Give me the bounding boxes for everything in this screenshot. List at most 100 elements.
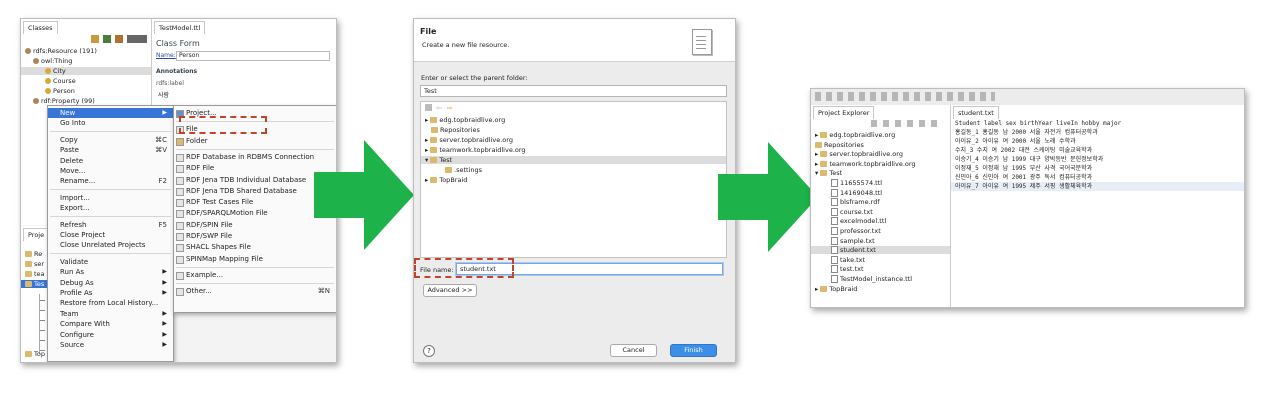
menu-item[interactable]: Move... [48, 166, 173, 176]
menu-item[interactable]: Refresh F5 [48, 220, 173, 230]
folder-icon [430, 137, 438, 143]
menu-item[interactable]: Copy ⌘C [48, 135, 173, 145]
submenu-item[interactable]: RDF Jena TDB Individual Database [174, 175, 336, 185]
submenu-item[interactable]: RDF/SPIN File [174, 220, 336, 230]
tree-item[interactable]: test.txt [811, 265, 950, 274]
tree-item[interactable]: blsframe.rdf [811, 198, 950, 207]
tree-item[interactable]: Top [25, 350, 45, 358]
menu-item[interactable]: Configure ▶ [48, 330, 173, 340]
cancel-button[interactable]: Cancel [610, 344, 657, 357]
tree-item-city[interactable]: City [21, 67, 151, 75]
new-file-wizard-icon [692, 29, 712, 55]
submenu-item[interactable]: Folder [174, 136, 336, 146]
file-icon [831, 255, 838, 264]
file-icon [831, 217, 838, 226]
tree-item-label: edg.topbraidlive.org [829, 131, 896, 139]
menu-item-label: Go Into [60, 119, 86, 128]
menu-item[interactable]: Profile As ▶ [48, 288, 173, 298]
tree-item[interactable]: ▸ edg.topbraidlive.org [811, 131, 950, 139]
submenu-item[interactable]: RDF File [174, 163, 336, 174]
tree-item[interactable]: course.txt [811, 207, 950, 216]
menu-item[interactable]: Go Into [48, 118, 173, 128]
tree-item[interactable]: 14169048.ttl [811, 188, 950, 197]
home-icon[interactable] [425, 104, 432, 111]
parent-folder-input[interactable]: Test [420, 85, 727, 97]
tree-item[interactable]: take.txt [811, 255, 950, 264]
finish-button[interactable]: Finish [670, 344, 717, 357]
menu-item[interactable]: Debug As ▶ [48, 278, 173, 288]
menu-item[interactable]: Source ▶ [48, 340, 173, 350]
tree-item[interactable]: excelmodel.ttl [811, 217, 950, 226]
tree-item-label: excelmodel.ttl [840, 217, 887, 226]
project-tree: ▸ edg.topbraidlive.org Repositories ▸ serv… [811, 131, 950, 307]
tree-item[interactable]: Course [45, 77, 76, 85]
tab-classes[interactable]: Classes [23, 21, 58, 34]
menu-item[interactable]: Close Unrelated Projects [48, 240, 173, 250]
file-icon [831, 207, 838, 216]
menu-item[interactable]: Import... [48, 193, 173, 203]
menu-item[interactable]: Export... [48, 203, 173, 213]
menu-item[interactable]: Delete [48, 156, 173, 166]
submenu-item[interactable]: SPINMap Mapping File [174, 254, 336, 264]
advanced-button[interactable]: Advanced >> [423, 284, 477, 297]
tree-item[interactable]: ▸ edg.topbraidlive.org [425, 116, 505, 124]
menu-separator [176, 283, 334, 285]
tab-project-explorer[interactable]: Project Explorer [813, 106, 875, 119]
tree-item-label: take.txt [840, 255, 866, 264]
tree-item[interactable]: Re [25, 250, 42, 258]
menu-item[interactable]: Close Project [48, 230, 173, 240]
tree-item-label: rdf:Property (99) [41, 97, 95, 105]
menu-item-label: Copy [60, 135, 78, 144]
tree-item[interactable]: ▸ server.topbraidlive.org [425, 136, 513, 144]
forward-icon[interactable]: ⇨ [447, 105, 453, 112]
tab-testmodel[interactable]: TestModel.ttl [154, 21, 206, 34]
tree-item[interactable]: ▾ Test [811, 169, 950, 177]
menu-item[interactable]: Compare With ▶ [48, 319, 173, 329]
submenu-item-label: RDF Jena TDB Individual Database [186, 175, 307, 184]
tree-item[interactable]: ▸ teamwork.topbraidlive.org [425, 146, 526, 154]
menu-item[interactable]: Run As ▶ [48, 267, 173, 277]
submenu-item[interactable]: RDF Database in RDBMS Connection [174, 152, 336, 162]
tree-item[interactable]: Person [45, 87, 75, 95]
tree-item[interactable]: ▸ teamwork.topbraidlive.org [811, 160, 950, 168]
help-icon[interactable]: ? [423, 345, 435, 357]
editor-content[interactable]: Student label sex birthYear liveIn hobby… [951, 119, 1244, 307]
submenu-item[interactable]: Example... [174, 270, 336, 280]
tab-project-explorer[interactable]: Proje [23, 228, 50, 241]
menu-item[interactable]: Team ▶ [48, 309, 173, 319]
tree-item[interactable]: ser [25, 260, 44, 268]
submenu-item[interactable]: Other... ⌘N [174, 286, 336, 297]
tab-student-txt[interactable]: student.txt [953, 106, 999, 119]
tree-item[interactable]: professor.txt [811, 227, 950, 235]
tree-item[interactable]: rdfs:Resource (191) [25, 47, 97, 55]
tree-item[interactable]: Repositories [431, 126, 480, 134]
tree-item[interactable]: TestModel_instance.ttl [811, 275, 950, 283]
submenu-item[interactable]: RDF Test Cases File [174, 197, 336, 208]
tree-item[interactable]: ▸ server.topbraidlive.org [811, 150, 950, 158]
name-field[interactable]: Person [176, 51, 330, 61]
tree-item[interactable]: .settings [445, 166, 482, 174]
submenu-item[interactable]: RDF Jena TDB Shared Database [174, 186, 336, 196]
submenu-item[interactable]: RDF/SPARQLMotion File [174, 208, 336, 219]
menu-item[interactable]: Paste ⌘V [48, 145, 173, 155]
tree-item[interactable]: tea [25, 270, 45, 278]
menu-item[interactable]: New ▶ [48, 108, 173, 118]
tree-item[interactable]: sample.txt [811, 236, 950, 245]
tree-item-test-selected[interactable]: ▾ Test [421, 156, 726, 164]
tree-item[interactable]: 11655574.ttl [811, 179, 950, 187]
back-icon[interactable]: ⇦ [436, 105, 442, 112]
tree-item[interactable]: owl:Thing [33, 57, 72, 65]
tree-item[interactable]: ▸ TopBraid [811, 285, 950, 293]
submenu-arrow-icon: ▶ [162, 341, 167, 348]
menu-item[interactable]: Restore from Local History... [48, 298, 173, 308]
folder-icon [25, 251, 32, 257]
submenu-item[interactable]: RDF/SWP File [174, 231, 336, 241]
tree-item[interactable]: rdf:Property (99) [33, 97, 95, 105]
tree-item[interactable]: ▸ TopBraid [425, 176, 467, 184]
tree-item-selected[interactable]: student.txt [811, 246, 950, 255]
tree-item-label: server.topbraidlive.org [829, 150, 903, 159]
menu-item[interactable]: Rename... F2 [48, 176, 173, 186]
menu-item[interactable]: Validate [48, 257, 173, 267]
tree-item[interactable]: Repositories [811, 141, 950, 149]
submenu-item[interactable]: SHACL Shapes File [174, 242, 336, 253]
